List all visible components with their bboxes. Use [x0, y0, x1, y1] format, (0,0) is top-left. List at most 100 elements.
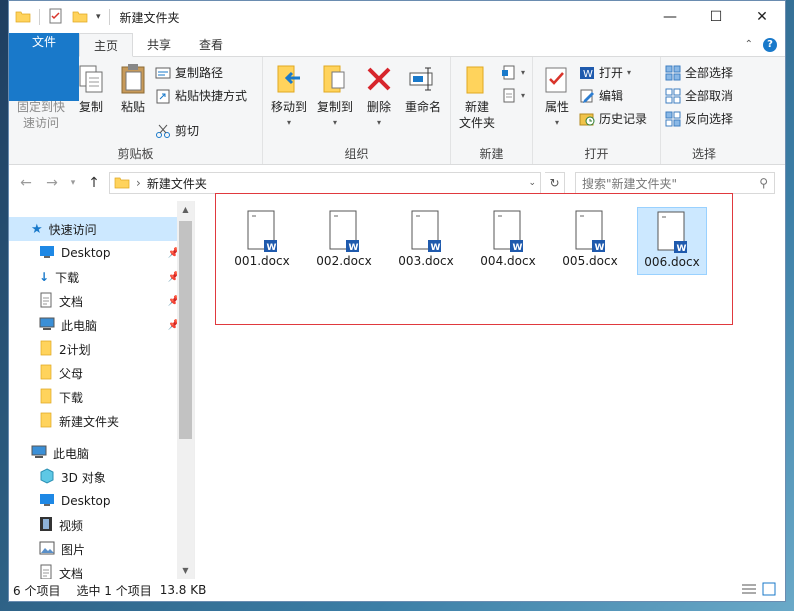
folder-icon: [39, 364, 53, 383]
select-none-button[interactable]: 全部取消: [665, 86, 733, 105]
file-item[interactable]: W 001.docx: [227, 207, 297, 275]
svg-text:W: W: [349, 243, 359, 253]
properties-button[interactable]: 属性 ▾: [537, 61, 577, 133]
minimize-button[interactable]: —: [647, 1, 693, 33]
properties-qat-icon[interactable]: [48, 8, 64, 27]
delete-x-icon: [363, 63, 395, 95]
file-item[interactable]: W 003.docx: [391, 207, 461, 275]
copy-to-icon: [319, 63, 351, 95]
open-button[interactable]: W 打开 ▾: [579, 63, 647, 82]
move-to-icon: [273, 63, 305, 95]
ribbon-tabs: 文件 主页 共享 查看 ⌃ ?: [9, 33, 785, 101]
easy-access-button[interactable]: ▾: [501, 86, 525, 105]
nav-item-desktop[interactable]: Desktop 📌: [9, 241, 194, 265]
new-group: 新建 文件夹 ▾ ▾ 新建: [451, 57, 533, 164]
file-item[interactable]: W 005.docx: [555, 207, 625, 275]
nav-item-3d-objects[interactable]: 3D 对象: [9, 465, 194, 489]
refresh-button[interactable]: ↻: [545, 172, 565, 194]
edit-button[interactable]: 编辑: [579, 86, 647, 105]
delete-button[interactable]: 删除 ▾: [359, 61, 399, 133]
file-item[interactable]: W 006.docx: [637, 207, 707, 275]
nav-item-downloads-2[interactable]: 下载: [9, 385, 194, 409]
picture-icon: [39, 541, 55, 558]
scroll-up-arrow-icon[interactable]: ▲: [177, 201, 194, 218]
nav-this-pc[interactable]: 此电脑: [9, 441, 194, 465]
nav-quick-access[interactable]: ★ 快速访问: [9, 217, 194, 241]
nav-item-pc-desktop[interactable]: Desktop: [9, 489, 194, 513]
file-name: 004.docx: [480, 254, 536, 268]
new-group-label: 新建: [479, 147, 504, 161]
tab-file[interactable]: 文件: [9, 33, 79, 101]
expand-ribbon-icon[interactable]: ⌃: [745, 39, 753, 50]
organize-group-label: 组织: [344, 147, 369, 161]
new-item-button[interactable]: ▾: [501, 63, 525, 82]
forward-button[interactable]: →: [41, 172, 63, 194]
word-open-icon: W: [579, 65, 595, 81]
copy-to-button[interactable]: 复制到 ▾: [313, 61, 357, 133]
nav-scrollbar[interactable]: ▲ ▼: [177, 201, 194, 579]
word-document-icon: W: [328, 210, 360, 254]
word-document-icon: W: [410, 210, 442, 254]
address-bar[interactable]: › 新建文件夹 ⌄: [109, 172, 541, 194]
breadcrumb-current[interactable]: 新建文件夹: [147, 175, 207, 192]
svg-text:W: W: [431, 243, 441, 253]
open-group: 属性 ▾ W 打开 ▾ 编辑 历史记录 打开: [533, 57, 661, 164]
invert-selection-button[interactable]: 反向选择: [665, 109, 733, 128]
cube-3d-icon: [39, 467, 55, 487]
nav-item-downloads[interactable]: ↓ 下载 📌: [9, 265, 194, 289]
select-group: 全部选择 全部取消 反向选择 选择: [661, 57, 747, 164]
word-document-icon: W: [246, 210, 278, 254]
new-folder-qat-icon[interactable]: [72, 8, 88, 27]
paste-shortcut-button[interactable]: 粘贴快捷方式: [155, 86, 247, 105]
recent-locations-button[interactable]: ▾: [67, 172, 79, 194]
copy-path-button[interactable]: 复制路径: [155, 63, 247, 82]
nav-item-parents[interactable]: 父母: [9, 361, 194, 385]
copy-icon: [75, 63, 107, 95]
folder-icon: [15, 8, 31, 27]
close-button[interactable]: ✕: [739, 1, 785, 33]
qat-dropdown-icon[interactable]: ▾: [96, 12, 101, 22]
nav-item-videos[interactable]: 视频: [9, 513, 194, 537]
address-dropdown-icon[interactable]: ⌄: [528, 178, 536, 188]
file-name: 003.docx: [398, 254, 454, 268]
selected-count: 选中 1 个项目: [76, 583, 152, 598]
computer-icon: [31, 445, 47, 462]
tab-home[interactable]: 主页: [79, 33, 134, 57]
nav-item-new-folder[interactable]: 新建文件夹: [9, 409, 194, 433]
item-count: 6 个项目: [13, 583, 61, 598]
nav-item-documents[interactable]: 文档 📌: [9, 289, 194, 313]
select-all-button[interactable]: 全部选择: [665, 63, 733, 82]
move-to-button[interactable]: 移动到 ▾: [267, 61, 311, 133]
search-icon: ⚲: [759, 176, 768, 190]
nav-item-2plan[interactable]: 2计划: [9, 337, 194, 361]
svg-text:W: W: [583, 69, 593, 80]
file-list-area: W 001.docx W 002.docx W 003.docx W 004.docx W 005…: [195, 193, 785, 579]
help-icon[interactable]: ?: [763, 37, 777, 52]
svg-text:W: W: [513, 243, 523, 253]
history-button[interactable]: 历史记录: [579, 109, 647, 128]
properties-icon: [541, 63, 573, 95]
ribbon: 固定到快速访问 复制 粘贴 复制路径 粘贴快捷方式 剪切 剪贴板 移动到 ▾ 复…: [9, 57, 785, 165]
tab-view[interactable]: 查看: [185, 33, 237, 56]
up-button[interactable]: ↑: [83, 172, 105, 194]
tab-share[interactable]: 共享: [133, 33, 185, 56]
nav-item-this-pc[interactable]: 此电脑 📌: [9, 313, 194, 337]
large-icons-view-icon[interactable]: [761, 582, 777, 599]
cut-button[interactable]: 剪切: [155, 121, 247, 140]
nav-item-pictures[interactable]: 图片: [9, 537, 194, 561]
scroll-thumb[interactable]: [179, 221, 192, 439]
svg-text:W: W: [677, 244, 687, 254]
back-button[interactable]: ←: [15, 172, 37, 194]
search-box[interactable]: 搜索"新建文件夹" ⚲: [575, 172, 775, 194]
quick-access-toolbar: ▾: [15, 8, 110, 27]
maximize-button[interactable]: ☐: [693, 1, 739, 33]
film-icon: [39, 516, 53, 535]
file-item[interactable]: W 002.docx: [309, 207, 379, 275]
new-folder-button[interactable]: 新建 文件夹: [455, 61, 499, 133]
scroll-down-arrow-icon[interactable]: ▼: [177, 562, 194, 579]
breadcrumb-separator: ›: [136, 176, 141, 190]
file-name: 006.docx: [644, 255, 700, 269]
paste-button[interactable]: 粘贴: [113, 61, 153, 117]
rename-button[interactable]: 重命名: [401, 61, 445, 117]
file-item[interactable]: W 004.docx: [473, 207, 543, 275]
